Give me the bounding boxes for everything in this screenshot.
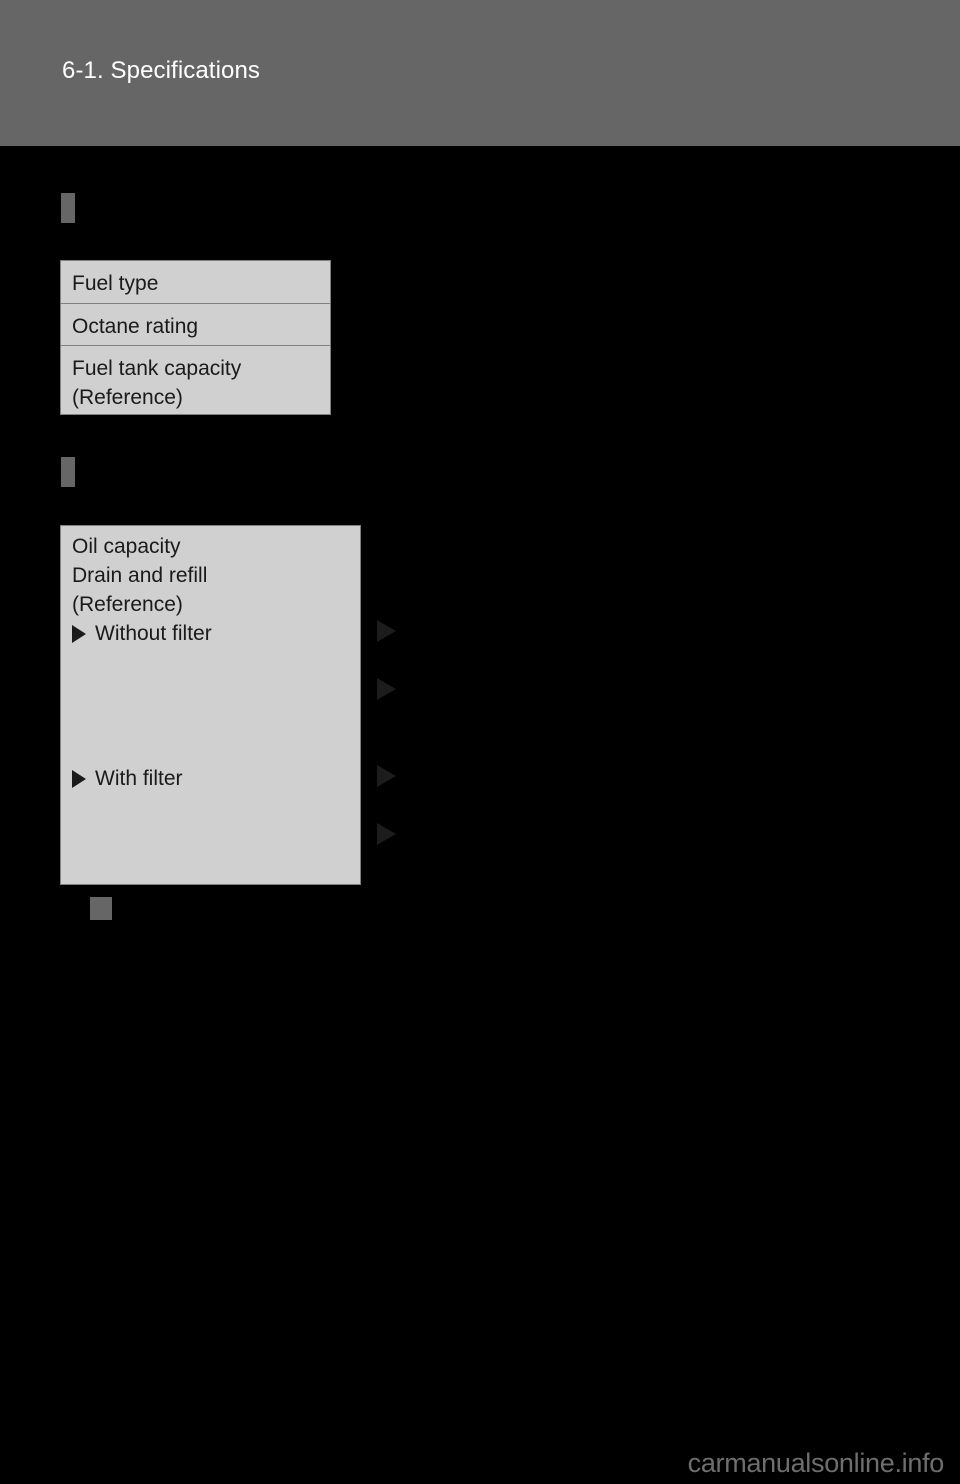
table-row: Fuel tank capacity (Reference): [61, 346, 330, 415]
triangle-right-icon: [72, 769, 86, 788]
triangle-right-icon: [72, 624, 86, 643]
row-label-fuel-type: Fuel type: [72, 272, 159, 295]
section-bar-marker-fuel: [61, 193, 75, 223]
fuel-specifications-table: Fuel type Octane rating Fuel tank capaci…: [60, 260, 331, 415]
triangle-right-icon: [377, 823, 396, 845]
row-label-fuel-tank-capacity: Fuel tank capacity: [72, 357, 242, 380]
table-row: Fuel type: [61, 261, 330, 304]
oil-reference-label: (Reference): [72, 593, 183, 616]
triangle-right-icon: [377, 765, 396, 787]
oil-capacity-label: Oil capacity: [72, 535, 181, 558]
triangle-right-icon: [377, 620, 396, 642]
sub-item-with-filter: With filter: [72, 764, 360, 793]
triangle-right-icon: [377, 678, 396, 700]
engine-oil-specifications-table: Oil capacity Drain and refill (Reference…: [60, 525, 361, 885]
table-row: Octane rating: [61, 304, 330, 346]
section-bar-marker-engine-oil: [61, 457, 75, 487]
site-watermark: carmanualsonline.info: [687, 1448, 945, 1478]
sub-item-label: Without filter: [95, 622, 212, 645]
row-label-octane-rating: Octane rating: [72, 315, 199, 338]
drain-and-refill-label: Drain and refill: [72, 564, 208, 587]
table-row: Oil capacity Drain and refill (Reference…: [61, 526, 360, 884]
square-marker: [90, 897, 112, 920]
sub-item-without-filter: Without filter: [72, 619, 360, 648]
row-label-fuel-tank-capacity-reference: (Reference): [72, 386, 183, 409]
page-title: 6-1. Specifications: [62, 57, 261, 84]
sub-item-label: With filter: [95, 767, 183, 790]
